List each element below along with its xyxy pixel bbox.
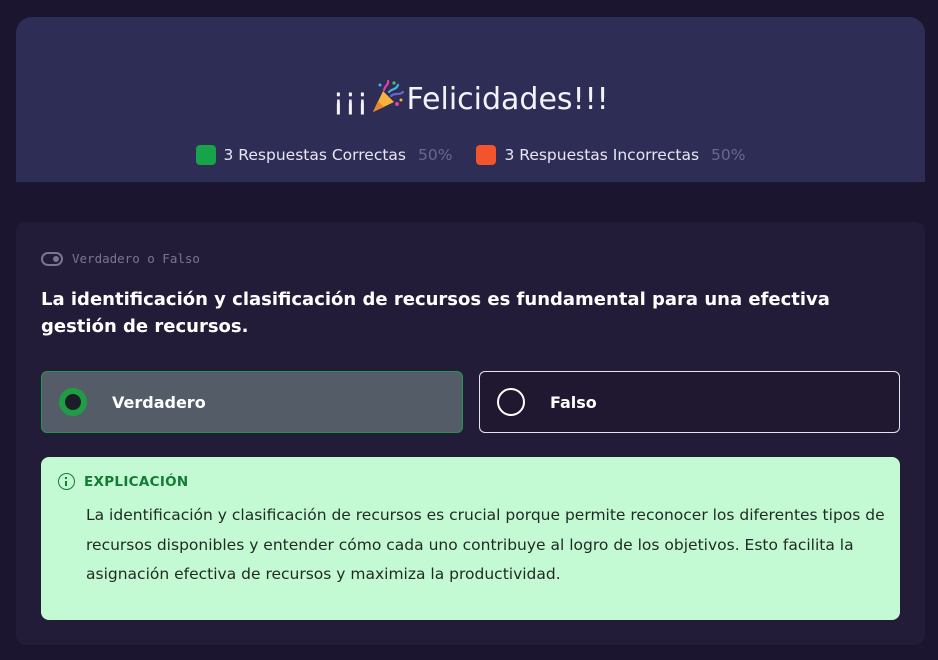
radio-selected-icon (59, 388, 87, 416)
party-popper-icon (373, 79, 405, 112)
correct-stat: 3 Respuestas Correctas 50% (195, 145, 453, 165)
incorrect-percent: 50% (711, 146, 746, 164)
question-text: La identificación y clasificación de rec… (41, 289, 830, 337)
incorrect-stat: 3 Respuestas Incorrectas 50% (476, 145, 745, 165)
toggle-icon (41, 251, 63, 266)
radio-empty-icon (497, 388, 525, 416)
question-card: Verdadero o Falso La identificación y cl… (16, 222, 925, 645)
title-prefix: ¡¡¡ (332, 82, 369, 117)
option-falso[interactable]: Falso (479, 371, 900, 433)
info-icon (58, 473, 75, 490)
option-verdadero[interactable]: Verdadero (41, 371, 463, 433)
incorrect-swatch (476, 145, 497, 165)
option-label: Verdadero (112, 392, 206, 412)
correct-percent: 50% (418, 146, 453, 164)
option-label: Falso (550, 392, 597, 412)
explanation-heading: EXPLICACIÓN (58, 473, 189, 490)
explanation-text: La identificación y clasificación de rec… (86, 506, 885, 583)
correct-label: 3 Respuestas Correctas (223, 146, 406, 164)
correct-swatch (195, 145, 216, 165)
incorrect-label: 3 Respuestas Incorrectas (504, 146, 700, 164)
explanation-heading-label: EXPLICACIÓN (84, 473, 189, 490)
score-summary: 3 Respuestas Correctas 50% 3 Respuestas … (16, 144, 925, 166)
results-header: ¡¡¡ Felicidades!!! 3 Respuestas Correcta… (16, 17, 925, 182)
explanation-box: EXPLICACIÓN La identificación y clasific… (41, 457, 900, 620)
question-type: Verdadero o Falso (41, 251, 200, 266)
title-text: Felicidades!!! (406, 82, 609, 117)
results-title: ¡¡¡ Felicidades!!! (16, 79, 925, 120)
question-type-label: Verdadero o Falso (72, 251, 200, 266)
